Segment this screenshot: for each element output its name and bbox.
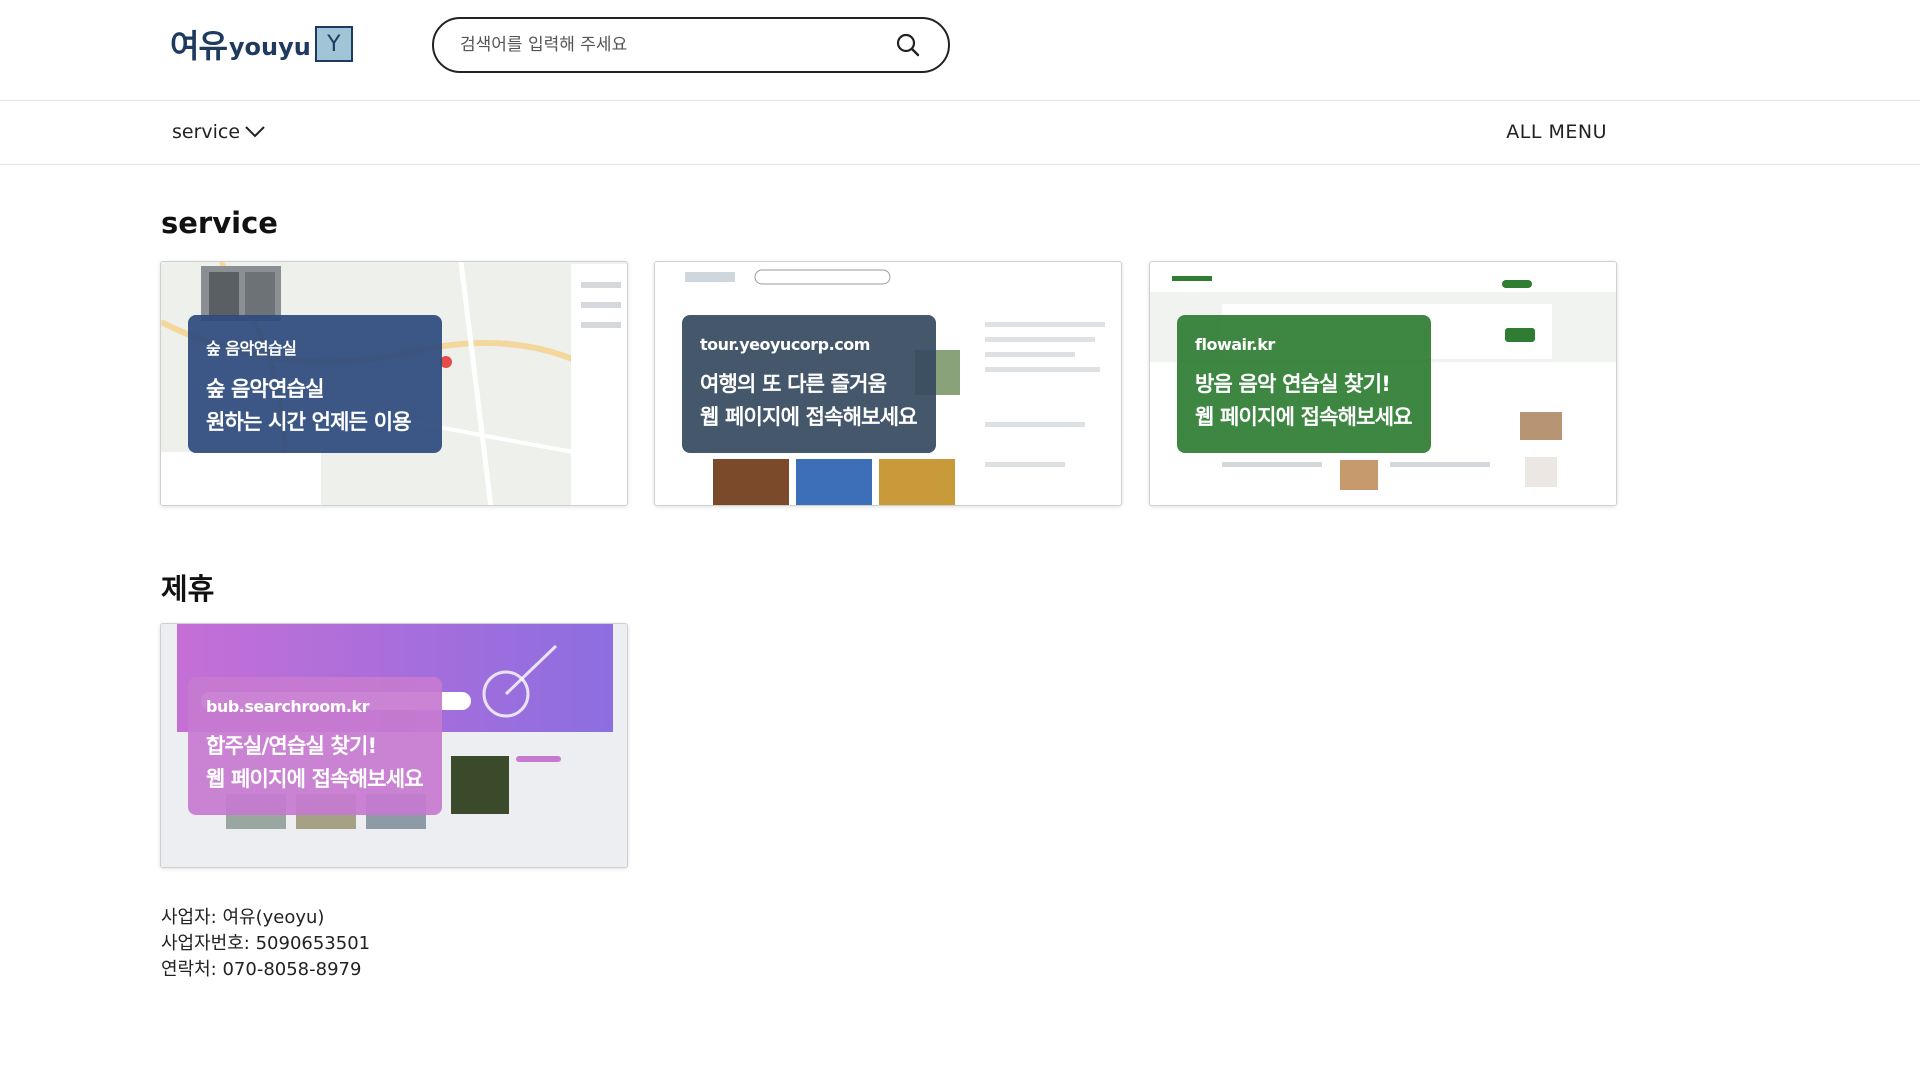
search-bar	[432, 17, 950, 73]
search-input[interactable]	[460, 35, 894, 55]
card-subtitle: bub.searchroom.kr	[206, 697, 369, 716]
logo-korean: 여유	[170, 27, 228, 65]
nav-service-label: service	[172, 121, 241, 143]
section-title-partner: 제휴	[161, 572, 215, 606]
header: 여유 youyu Y	[0, 0, 1920, 101]
search-icon[interactable]	[894, 31, 922, 59]
card-overlay: bub.searchroom.kr 합주실/연습실 찾기! 웹 페이지에 접속해…	[188, 677, 442, 815]
logo[interactable]: 여유 youyu Y	[170, 22, 353, 66]
chevron-down-icon	[244, 124, 266, 140]
card-subtitle: flowair.kr	[1195, 335, 1275, 354]
logo-y-box: Y	[314, 26, 353, 62]
partner-card-searchroom[interactable]: bub.searchroom.kr 합주실/연습실 찾기! 웹 페이지에 접속해…	[160, 623, 628, 868]
all-menu-button[interactable]: ALL MENU	[1506, 121, 1607, 143]
card-headline: 여행의 또 다른 즐거움 웹 페이지에 접속해보세요	[700, 372, 918, 429]
nav-service-dropdown[interactable]: service	[172, 121, 266, 143]
footer-business-number: 사업자번호: 5090653501	[161, 933, 371, 954]
section-title-service: service	[161, 206, 278, 240]
service-card-sup[interactable]: 숲 음악연습실 숲 음악연습실 원하는 시간 언제든 이용	[160, 261, 628, 506]
card-overlay: tour.yeoyucorp.com 여행의 또 다른 즐거움 웹 페이지에 접…	[682, 315, 936, 453]
card-headline: 방음 음악 연습실 찾기! 웹 페이지에 접속해보세요	[1195, 372, 1413, 429]
service-card-flowair[interactable]: flowair.kr 방음 음악 연습실 찾기! 웹 페이지에 접속해보세요	[1149, 261, 1617, 506]
card-headline: 숲 음악연습실 원하는 시간 언제든 이용	[206, 377, 412, 434]
card-overlay: 숲 음악연습실 숲 음악연습실 원하는 시간 언제든 이용	[188, 315, 442, 453]
card-subtitle: tour.yeoyucorp.com	[700, 335, 870, 354]
footer-business: 사업자: 여유(yeoyu)	[161, 907, 325, 928]
service-card-tour[interactable]: tour.yeoyucorp.com 여행의 또 다른 즐거움 웹 페이지에 접…	[654, 261, 1122, 506]
nav-bar: service ALL MENU	[0, 101, 1920, 165]
card-headline: 합주실/연습실 찾기! 웹 페이지에 접속해보세요	[206, 734, 424, 791]
footer: 사업자: 여유(yeoyu) 사업자번호: 5090653501 연락처: 07…	[161, 905, 370, 983]
logo-english: youyu	[228, 33, 311, 61]
footer-contact: 연락처: 070-8058-8979	[161, 959, 362, 980]
card-subtitle: 숲 음악연습실	[206, 339, 297, 358]
card-overlay: flowair.kr 방음 음악 연습실 찾기! 웹 페이지에 접속해보세요	[1177, 315, 1431, 453]
